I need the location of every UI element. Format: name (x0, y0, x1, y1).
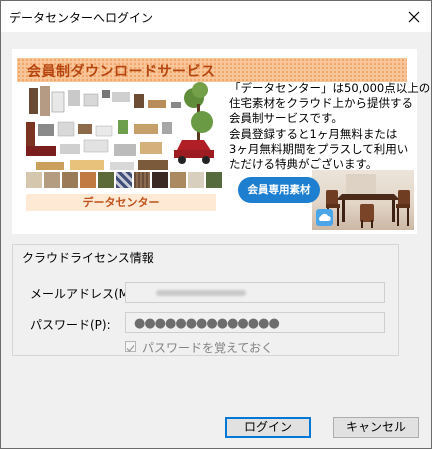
close-icon (408, 11, 420, 22)
password-field[interactable]: ●●●●●●●●●●●●●● (125, 312, 385, 333)
cancel-button[interactable]: キャンセル (333, 417, 419, 438)
check-icon (126, 345, 135, 352)
catalog-illustration (26, 82, 214, 170)
datacenter-label: データセンター (26, 194, 216, 211)
members-only-badge: 会員専用素材 (238, 177, 320, 203)
login-button[interactable]: ログイン (225, 417, 311, 438)
remember-password-label: パスワードを覚えておく (142, 341, 274, 355)
email-field[interactable] (125, 282, 385, 303)
password-value: ●●●●●●●●●●●●●● (134, 316, 280, 331)
cloud-icon (316, 209, 333, 226)
email-label: メールアドレス(M): (30, 287, 138, 301)
banner-headline: 会員制ダウンロードサービス (17, 58, 407, 82)
login-dialog: データセンターへログイン 会員制ダウンロードサービス データセンター 「データセ… (0, 0, 432, 449)
email-redacted (156, 290, 246, 296)
close-button[interactable] (397, 1, 431, 32)
cloud-license-title: クラウドライセンス情報 (19, 249, 157, 266)
banner-description: 「データセンター」は50,000点以上の 住宅素材をクラウド上から提供する 会員… (229, 81, 431, 172)
title-bar: データセンターへログイン (1, 1, 431, 32)
promo-banner: 会員制ダウンロードサービス データセンター 「データセンター」は50,000点以… (12, 49, 431, 234)
window-title: データセンターへログイン (9, 11, 154, 25)
material-swatches (26, 172, 222, 188)
password-label: パスワード(P): (30, 318, 111, 332)
remember-password-checkbox[interactable] (125, 341, 136, 352)
